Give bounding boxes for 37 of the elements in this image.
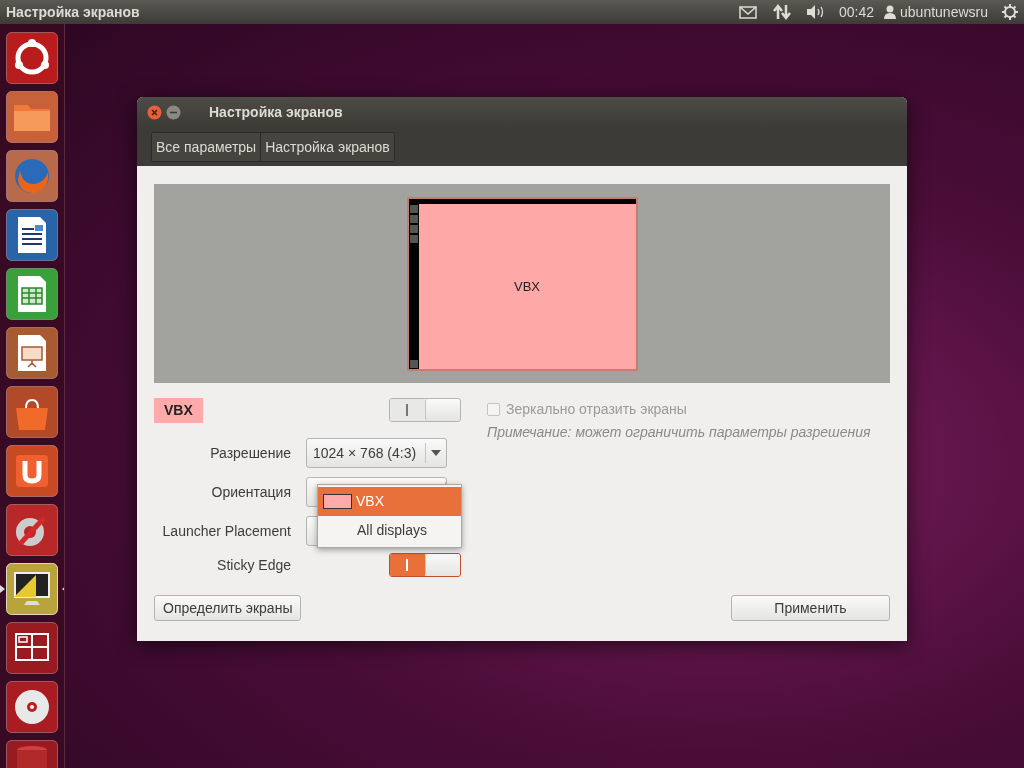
close-icon[interactable] [147,105,162,120]
monitor-preview[interactable]: VBX [406,197,638,371]
mail-icon[interactable] [739,5,757,19]
document-icon[interactable] [6,209,58,261]
user-name[interactable]: ubuntunewsru [900,1,988,23]
dropdown-field[interactable]: 1024 × 768 (4:3) [306,438,447,468]
monitor-label: VBX [514,277,540,296]
spreadsheet-icon[interactable] [6,268,58,320]
setting-label: Разрешение [209,443,292,463]
monitor-ruler-icon[interactable] [6,563,58,615]
minimize-icon[interactable] [166,105,181,120]
breadcrumb-button[interactable]: Настройка экранов [260,133,394,161]
setting-label: Launcher Placement [161,521,292,541]
network-arrows-icon[interactable] [773,3,791,21]
apply-button[interactable]: Применить [731,595,890,621]
presentation-icon[interactable] [6,327,58,379]
dropdown-option[interactable]: All displays [318,516,461,545]
workspace-icon[interactable] [6,622,58,674]
mirror-label: Зеркально отразить экраны [506,400,687,419]
note-text: Примечание: может ограничить параметры разрешения [487,423,871,442]
setting-label: Ориентация [210,482,292,502]
wrench-gear-icon[interactable] [6,504,58,556]
breadcrumb-button[interactable]: Все параметры [152,133,261,161]
volume-icon[interactable] [805,4,825,20]
identify-displays-button[interactable]: Определить экраны [154,595,302,621]
display-name: VBX [154,397,203,423]
letter-u-icon[interactable] [6,445,58,497]
user-icon [884,5,897,19]
gear-icon[interactable] [1002,4,1018,20]
ubuntu-logo-icon[interactable] [6,32,58,84]
app-title: Настройка экранов [6,2,140,22]
clock[interactable]: 00:42 [839,1,875,23]
toggle-switch[interactable] [389,553,461,577]
toggle-switch[interactable] [389,398,461,422]
display-swatch [323,494,352,509]
window-title: Настройка экранов [209,103,343,122]
setting-label: Sticky Edge [216,555,292,575]
